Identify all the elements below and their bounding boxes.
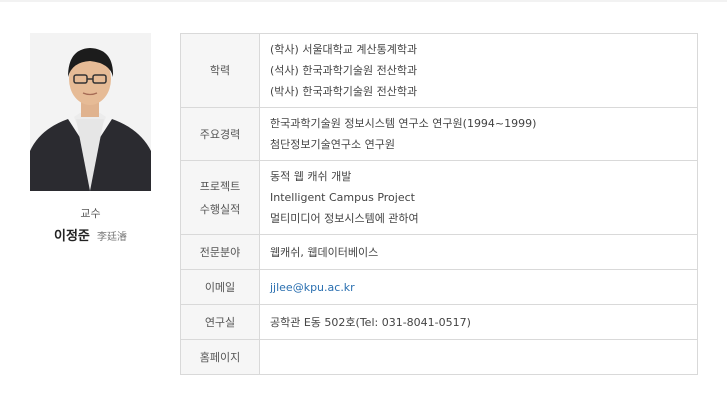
- professor-name: 이정준: [54, 229, 90, 244]
- education-line: (석사) 한국과학기술원 전산학과: [270, 64, 418, 77]
- homepage-value: [259, 339, 698, 375]
- projects-label: 프로젝트 수행실적: [180, 160, 260, 235]
- field-label: 전문분야: [180, 234, 260, 270]
- homepage-label: 홈페이지: [180, 339, 260, 375]
- field-value: 웹캐쉬, 웹데이터베이스: [259, 234, 698, 270]
- project-line: 멀티미디어 정보시스템에 관하여: [270, 212, 419, 225]
- education-line: (박사) 한국과학기술원 전산학과: [270, 85, 418, 98]
- project-line: Intelligent Campus Project: [270, 191, 415, 204]
- education-value: (학사) 서울대학교 계산통계학과 (석사) 한국과학기술원 전산학과 (박사)…: [259, 33, 698, 108]
- education-line: (학사) 서울대학교 계산통계학과: [270, 43, 418, 56]
- professor-name-line: 이정준 李廷濬: [30, 225, 151, 244]
- professor-role: 교수: [80, 207, 101, 220]
- career-value: 한국과학기술원 정보시스템 연구소 연구원(1994~1999) 첨단정보기술연…: [259, 107, 698, 161]
- portrait-image: [30, 33, 151, 191]
- projects-row: 프로젝트 수행실적 동적 웹 캐쉬 개발 Intelligent Campus …: [180, 160, 698, 235]
- field-row: 전문분야 웹캐쉬, 웹데이터베이스: [180, 234, 698, 270]
- lab-label: 연구실: [180, 304, 260, 340]
- email-label: 이메일: [180, 269, 260, 305]
- profile-card: 교수 이정준 李廷濬: [30, 33, 151, 244]
- email-row: 이메일 jjlee@kpu.ac.kr: [180, 269, 698, 305]
- education-label: 학력: [180, 33, 260, 108]
- profile-info-table: 학력 (학사) 서울대학교 계산통계학과 (석사) 한국과학기술원 전산학과 (…: [180, 33, 698, 375]
- professor-photo: [30, 33, 151, 191]
- career-line: 한국과학기술원 정보시스템 연구소 연구원(1994~1999): [270, 117, 537, 130]
- career-line: 첨단정보기술연구소 연구원: [270, 138, 395, 151]
- career-label: 주요경력: [180, 107, 260, 161]
- top-divider: [0, 0, 727, 2]
- homepage-row: 홈페이지: [180, 339, 698, 375]
- projects-label-line: 수행실적: [199, 202, 241, 216]
- project-line: 동적 웹 캐쉬 개발: [270, 170, 352, 183]
- projects-label-line: 프로젝트: [199, 179, 241, 193]
- education-row: 학력 (학사) 서울대학교 계산통계학과 (석사) 한국과학기술원 전산학과 (…: [180, 33, 698, 108]
- projects-value: 동적 웹 캐쉬 개발 Intelligent Campus Project 멀티…: [259, 160, 698, 235]
- lab-row: 연구실 공학관 E동 502호(Tel: 031-8041-0517): [180, 304, 698, 340]
- career-row: 주요경력 한국과학기술원 정보시스템 연구소 연구원(1994~1999) 첨단…: [180, 107, 698, 161]
- email-link[interactable]: jjlee@kpu.ac.kr: [270, 281, 355, 294]
- lab-value: 공학관 E동 502호(Tel: 031-8041-0517): [259, 304, 698, 340]
- email-cell: jjlee@kpu.ac.kr: [259, 269, 698, 305]
- professor-hanja-name: 李廷濬: [96, 232, 127, 243]
